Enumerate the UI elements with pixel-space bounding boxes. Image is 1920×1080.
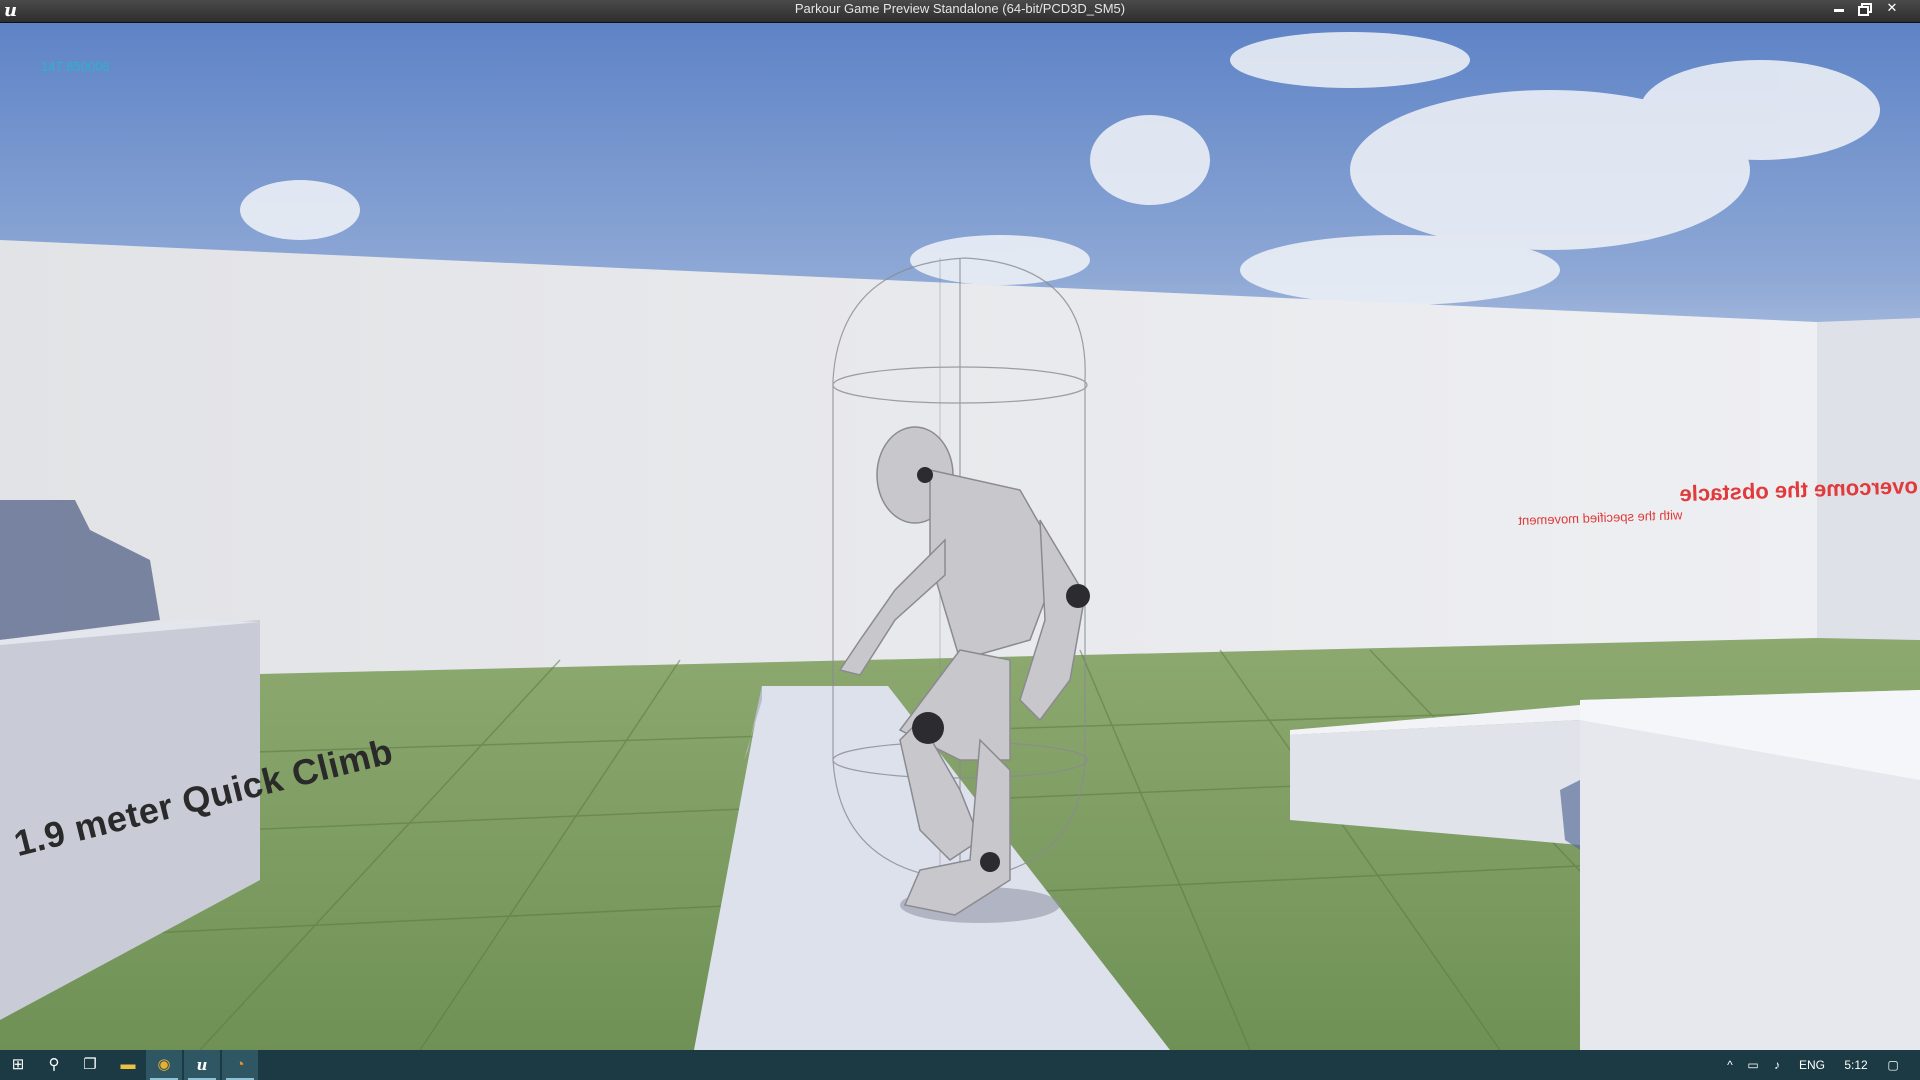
task-view-icon[interactable]: ❐ bbox=[72, 1050, 108, 1080]
system-clock[interactable]: 5:12 bbox=[1836, 1050, 1876, 1080]
folder-icon[interactable]: ▬ bbox=[110, 1050, 146, 1080]
network-icon[interactable]: ▭ bbox=[1742, 1050, 1764, 1080]
search-icon[interactable]: ⚲ bbox=[36, 1050, 72, 1080]
title-bar[interactable]: u Parkour Game Preview Standalone (64-bi… bbox=[0, 0, 1920, 23]
blender-icon[interactable]: ◔ bbox=[222, 1050, 258, 1080]
tray-chevron-up-icon[interactable]: ^ bbox=[1720, 1050, 1740, 1080]
taskbar: ⊞ ⚲ ❐ ▬ ◉ u ◔ ^ ▭ ♪ ENG 5:12 ▢ bbox=[0, 1050, 1920, 1080]
window-title: Parkour Game Preview Standalone (64-bit/… bbox=[794, 1, 1126, 16]
debug-value-readout: 147.850006 bbox=[41, 59, 110, 74]
restore-button[interactable] bbox=[1854, 1, 1874, 16]
windows-start-icon[interactable]: ⊞ bbox=[0, 1050, 36, 1080]
notification-icon[interactable]: ▢ bbox=[1878, 1050, 1908, 1080]
wall-instruction-small: with the specified movement bbox=[1518, 507, 1683, 528]
unreal-icon[interactable]: u bbox=[184, 1050, 220, 1080]
language-indicator[interactable]: ENG bbox=[1792, 1050, 1832, 1080]
game-viewport[interactable]: 147.850006 1.9 meter Quick Climb overcom… bbox=[0, 23, 1920, 1050]
volume-icon[interactable]: ♪ bbox=[1766, 1050, 1788, 1080]
close-button[interactable]: ✕ bbox=[1882, 1, 1902, 16]
chrome-icon[interactable]: ◉ bbox=[146, 1050, 182, 1080]
minimize-button[interactable] bbox=[1829, 1, 1849, 16]
